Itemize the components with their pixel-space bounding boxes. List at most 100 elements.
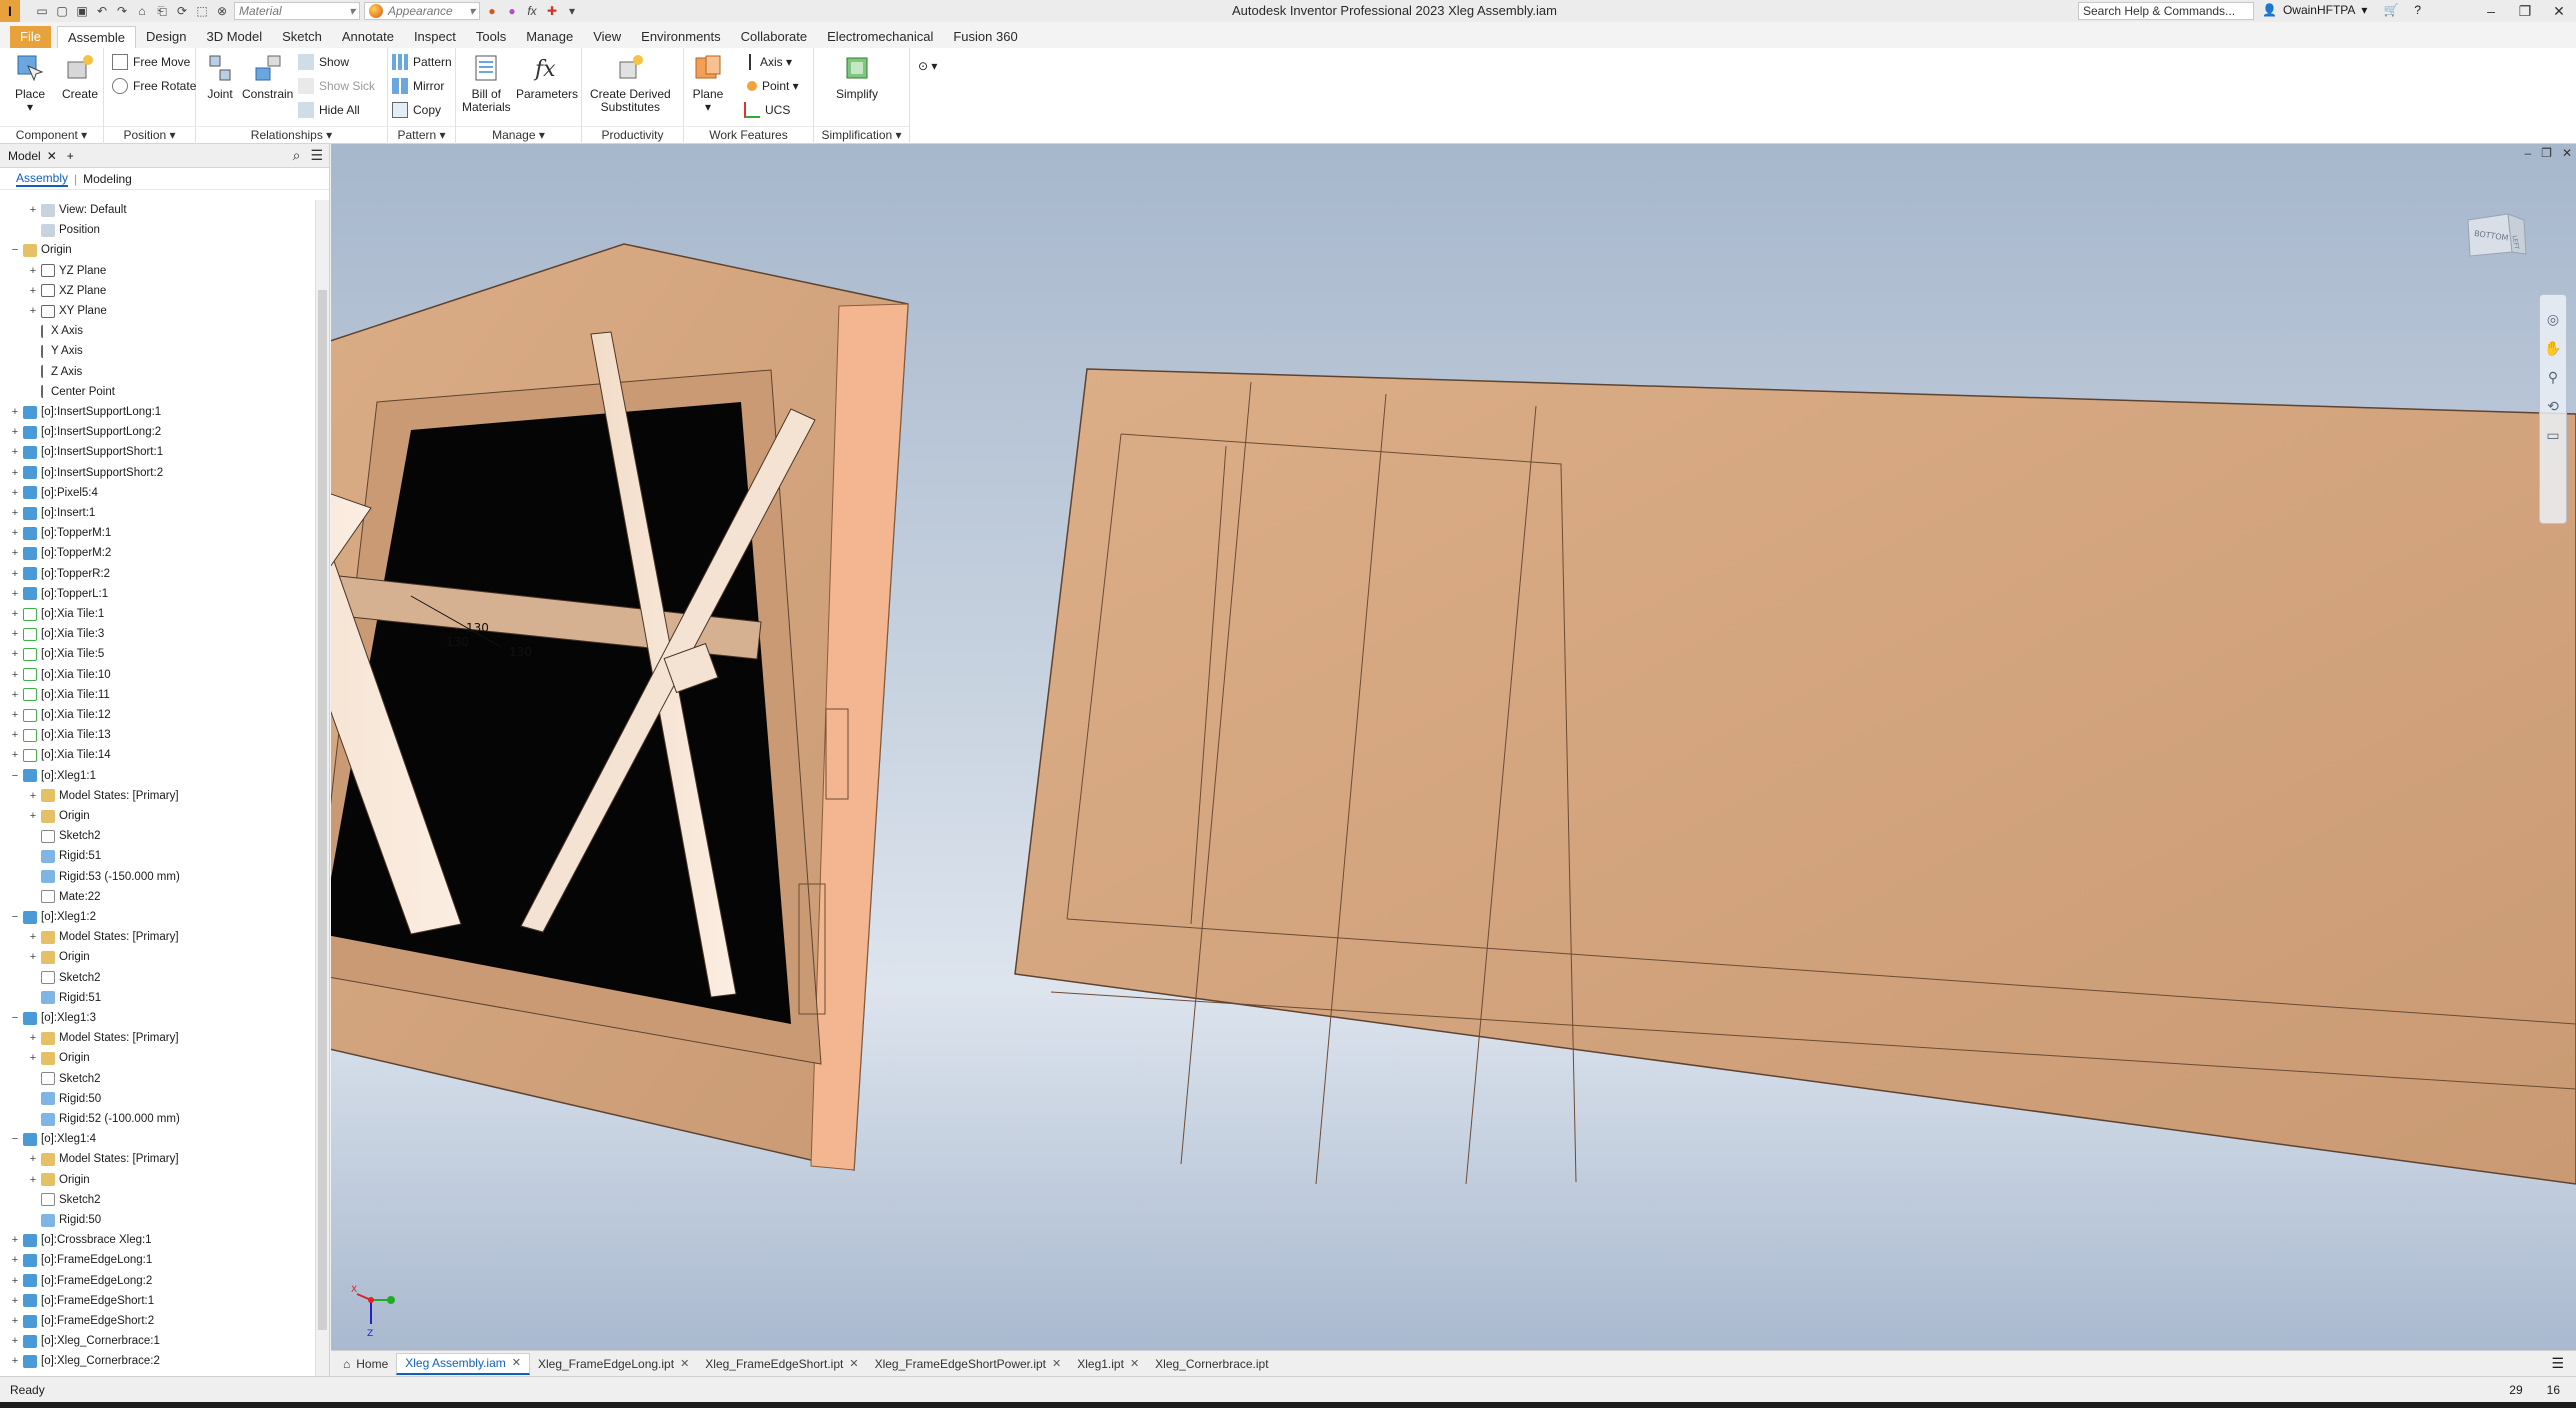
tree-node[interactable]: Y Axis	[0, 341, 83, 361]
constrain-button[interactable]: Constrain	[242, 52, 293, 101]
tree-node[interactable]: + [o]:Crossbrace Xleg:1	[0, 1230, 152, 1250]
expand-toggle-icon[interactable]: +	[28, 305, 38, 317]
restore-icon[interactable]: ❐	[2508, 0, 2542, 22]
tree-node[interactable]: + [o]:Pixel5:4	[0, 483, 98, 503]
expand-toggle-icon[interactable]: +	[10, 588, 20, 600]
tree-node[interactable]: + XY Plane	[0, 301, 107, 321]
expand-toggle-icon[interactable]: −	[10, 911, 20, 923]
tab-electromechanical[interactable]: Electromechanical	[817, 26, 943, 48]
tree-node[interactable]: + [o]:FrameEdgeShort:1	[0, 1291, 154, 1311]
tab-design[interactable]: Design	[136, 26, 196, 48]
document-tab[interactable]: Xleg_Cornerbrace.ipt	[1147, 1353, 1276, 1375]
tab-tools[interactable]: Tools	[466, 26, 516, 48]
tree-node[interactable]: + [o]:Xleg_Cornerbrace:1	[0, 1331, 160, 1351]
expand-toggle-icon[interactable]: +	[10, 527, 20, 539]
simplification-panel-title[interactable]: Simplification ▾	[814, 126, 909, 142]
close-tab-icon[interactable]: ✕	[680, 1353, 689, 1375]
tree-node[interactable]: + [o]:Xia Tile:1	[0, 604, 104, 624]
expand-toggle-icon[interactable]: −	[10, 1012, 20, 1024]
mirror-button[interactable]: Mirror	[392, 76, 444, 96]
tree-node[interactable]: + [o]:FrameEdgeShort:2	[0, 1311, 154, 1331]
add-browser-tab-button[interactable]: +	[67, 149, 74, 163]
expand-toggle-icon[interactable]: +	[28, 204, 38, 216]
home-icon[interactable]: ⌂	[134, 3, 150, 19]
tree-node[interactable]: Sketch2	[0, 1069, 101, 1089]
expand-toggle-icon[interactable]: +	[28, 790, 38, 802]
tree-node[interactable]: + Origin	[0, 806, 90, 826]
mode-modeling[interactable]: Modeling	[83, 172, 132, 186]
create-derived-substitutes-button[interactable]: Create Derived Substitutes	[590, 52, 671, 114]
tree-node[interactable]: + [o]:InsertSupportLong:2	[0, 422, 161, 442]
tree-node[interactable]: + [o]:InsertSupportShort:1	[0, 442, 163, 462]
look-at-icon[interactable]: ▭	[2546, 427, 2559, 444]
inventor-logo[interactable]: I	[0, 0, 20, 22]
tree-node[interactable]: Sketch2	[0, 826, 101, 846]
axis-button[interactable]: Axis ▾	[744, 52, 792, 72]
expand-toggle-icon[interactable]: +	[28, 285, 38, 297]
tree-node[interactable]: + XZ Plane	[0, 281, 106, 301]
minimize-icon[interactable]: –	[2524, 146, 2531, 160]
tree-node[interactable]: − Origin	[0, 240, 72, 260]
tree-node[interactable]: Position	[0, 220, 100, 240]
expand-toggle-icon[interactable]: +	[10, 608, 20, 620]
close-icon[interactable]: ✕	[2542, 0, 2576, 22]
zoom-icon[interactable]: ⚲	[2548, 369, 2558, 386]
copy-button[interactable]: Copy	[392, 100, 441, 120]
expand-toggle-icon[interactable]: +	[10, 1275, 20, 1287]
tree-node[interactable]: Sketch2	[0, 968, 101, 988]
clear-appearance-icon[interactable]: ⊗	[214, 3, 230, 19]
expand-toggle-icon[interactable]: +	[10, 729, 20, 741]
tab-3d-model[interactable]: 3D Model	[197, 26, 273, 48]
redo-icon[interactable]: ↷	[114, 3, 130, 19]
expand-toggle-icon[interactable]: +	[28, 1174, 38, 1186]
save-icon[interactable]: ▣	[74, 3, 90, 19]
create-button[interactable]: Create	[62, 52, 98, 101]
bill-of-materials-button[interactable]: Bill of Materials	[462, 52, 511, 114]
document-tabs-menu-icon[interactable]: ☰	[2551, 1355, 2564, 1372]
minimize-icon[interactable]: –	[2474, 0, 2508, 22]
expand-toggle-icon[interactable]: +	[10, 648, 20, 660]
expand-toggle-icon[interactable]: +	[28, 1153, 38, 1165]
tree-node[interactable]: + Model States: [Primary]	[0, 927, 179, 947]
document-tab[interactable]: ⌂ Home	[335, 1353, 396, 1375]
tab-sketch[interactable]: Sketch	[272, 26, 332, 48]
tree-node[interactable]: Sketch2	[0, 1190, 101, 1210]
scrollbar-thumb[interactable]	[318, 290, 327, 1330]
tree-node[interactable]: + View: Default	[0, 200, 127, 220]
expand-toggle-icon[interactable]: +	[10, 568, 20, 580]
expand-toggle-icon[interactable]: +	[28, 265, 38, 277]
position-panel-title[interactable]: Position ▾	[104, 126, 195, 142]
tree-node[interactable]: + [o]:Xia Tile:11	[0, 685, 110, 705]
tree-node[interactable]: + [o]:InsertSupportShort:2	[0, 463, 163, 483]
pattern-button[interactable]: Pattern	[392, 52, 452, 72]
expand-toggle-icon[interactable]: −	[10, 244, 20, 256]
tab-inspect[interactable]: Inspect	[404, 26, 466, 48]
dimension-label-3[interactable]: 130	[509, 645, 532, 659]
show-button[interactable]: Show	[298, 52, 349, 72]
plane-button[interactable]: Plane ▾	[692, 52, 724, 114]
tree-node[interactable]: + Model States: [Primary]	[0, 1149, 179, 1169]
tree-node[interactable]: X Axis	[0, 321, 83, 341]
tree-node[interactable]: + [o]:FrameEdgeLong:1	[0, 1250, 152, 1270]
browser-scrollbar[interactable]	[315, 200, 329, 1376]
tab-environments[interactable]: Environments	[631, 26, 730, 48]
tree-node[interactable]: + [o]:TopperL:1	[0, 584, 108, 604]
fx-icon[interactable]: fx	[524, 3, 540, 19]
expand-toggle-icon[interactable]: +	[10, 709, 20, 721]
expand-toggle-icon[interactable]: −	[10, 1133, 20, 1145]
close-tab-icon[interactable]: ✕	[849, 1353, 858, 1375]
document-tab[interactable]: Xleg_FrameEdgeLong.ipt ✕	[530, 1353, 697, 1375]
tree-node[interactable]: + [o]:Xia Tile:13	[0, 725, 111, 745]
frame-assembly[interactable]: 130 130 130	[331, 243, 909, 1171]
manage-panel-title[interactable]: Manage ▾	[456, 126, 581, 142]
steering-wheel-icon[interactable]: ◎	[2547, 311, 2559, 328]
point-button[interactable]: Point ▾	[744, 76, 799, 96]
tree-node[interactable]: + [o]:Xia Tile:5	[0, 644, 104, 664]
relationships-panel-title[interactable]: Relationships ▾	[196, 126, 387, 142]
expand-toggle-icon[interactable]: +	[10, 1254, 20, 1266]
expand-toggle-icon[interactable]: +	[10, 1335, 20, 1347]
undo-icon[interactable]: ↶	[94, 3, 110, 19]
pattern-panel-title[interactable]: Pattern ▾	[388, 126, 455, 142]
tree-node[interactable]: − [o]:Xleg1:1	[0, 766, 96, 786]
tree-node[interactable]: + [o]:FrameEdgeLong:2	[0, 1271, 152, 1291]
